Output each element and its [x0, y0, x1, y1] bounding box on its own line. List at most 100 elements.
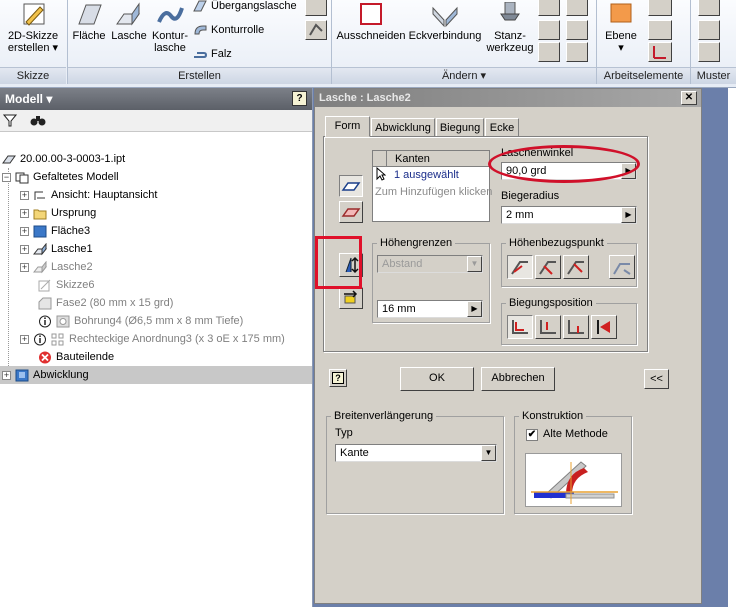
transition-flange-icon — [193, 0, 207, 12]
flaeche-button[interactable]: Fläche — [70, 2, 108, 62]
eckverbindung-button[interactable]: Eckverbindung — [407, 2, 483, 62]
expand-toggle[interactable]: + — [20, 208, 29, 218]
arrow-right-icon[interactable]: ▶ — [467, 301, 482, 317]
contour-flange-icon — [157, 7, 184, 23]
edge-remove-button[interactable] — [339, 201, 363, 223]
height-value-input[interactable]: 16 mm ▶ — [377, 300, 483, 318]
height-type-select[interactable]: Abstand ▼ — [377, 255, 483, 273]
edge-select-button[interactable] — [339, 175, 363, 197]
tab-ecke[interactable]: Ecke — [485, 118, 519, 136]
eckverbindung-label: Eckverbindung — [408, 30, 482, 42]
bend-position-3-button[interactable] — [563, 315, 589, 339]
konturrolle-button[interactable]: Konturrolle — [193, 22, 264, 40]
edges-list-header: Kanten — [373, 151, 489, 167]
work-point-icon[interactable] — [648, 20, 672, 40]
edges-add-hint[interactable]: Zum Hinzufügen klicken — [375, 186, 492, 198]
offset-flip-button[interactable] — [339, 287, 363, 309]
face-feature-icon — [33, 225, 47, 238]
uebergangslasche-button[interactable]: Übergangslasche — [193, 0, 297, 16]
cancel-button[interactable]: Abbrechen — [481, 367, 555, 391]
arrow-right-icon[interactable]: ▶ — [621, 207, 636, 223]
expand-toggle[interactable]: + — [20, 244, 29, 254]
tree-item-view[interactable]: + Ansicht: Hauptansicht — [20, 186, 157, 204]
dropdown-arrow-icon[interactable]: ▼ — [481, 445, 496, 461]
konturlasche-button[interactable]: Kontur- lasche — [150, 2, 190, 62]
corner-chamfer-icon[interactable] — [566, 42, 588, 62]
tree-item-skizze6[interactable]: Skizze6 — [38, 276, 95, 294]
tab-form[interactable]: Form — [325, 116, 370, 137]
edges-list[interactable]: Kanten 1 ausgewählt Zum Hinzufügen klick… — [372, 150, 492, 222]
collapse-toggle[interactable]: − — [2, 172, 11, 182]
mirror-icon[interactable] — [698, 42, 720, 62]
bend-position-4-button[interactable] — [591, 315, 617, 339]
legacy-method-checkbox[interactable]: ✔ — [526, 429, 538, 441]
bend-position-1-button[interactable] — [507, 315, 533, 339]
datum-option-1-button[interactable] — [507, 255, 533, 279]
tree-item-folded-model[interactable]: − Gefaltetes Modell — [2, 168, 119, 186]
bend-radius-input[interactable]: 2 mm ▶ — [501, 206, 637, 224]
ausschneiden-label: Ausschneiden — [336, 30, 406, 42]
face-icon — [78, 4, 102, 25]
collapse-button[interactable]: << — [644, 369, 669, 389]
ausschneiden-button[interactable]: Ausschneiden — [336, 2, 406, 62]
fillet-icon[interactable] — [566, 0, 588, 16]
datum-option-3-button[interactable] — [563, 255, 589, 279]
tree-item-origin[interactable]: + Ursprung — [20, 204, 96, 222]
tree-item-part-root[interactable]: 20.00.00-3-0003-1.ipt — [2, 150, 125, 168]
cosmetic-centerline-icon[interactable] — [538, 42, 560, 62]
dropdown-arrow-icon[interactable]: ▼ — [467, 256, 482, 272]
tree-item-bauteilende[interactable]: Bauteilende — [38, 348, 114, 366]
bend-position-2-button[interactable] — [535, 315, 561, 339]
ebene-button[interactable]: Ebene ▾ — [600, 2, 642, 62]
browser-toolbar — [0, 110, 312, 132]
tree-item-flaeche3[interactable]: + Fläche3 — [20, 222, 90, 240]
ucs-icon[interactable] — [648, 42, 672, 62]
expand-toggle[interactable]: + — [20, 334, 29, 344]
help-icon[interactable]: ? — [292, 91, 307, 106]
group-label-aendern[interactable]: Ändern ▾ — [332, 67, 596, 84]
filter-icon[interactable] — [2, 113, 18, 127]
bend-icon[interactable] — [305, 20, 327, 40]
tab-abwicklung[interactable]: Abwicklung — [371, 118, 435, 136]
dialog-title-bar[interactable]: Lasche : Lasche2 — [315, 89, 701, 107]
corner-round-icon[interactable] — [566, 20, 588, 40]
bend-radius-label: Biegeradius — [501, 190, 560, 202]
part-icon — [2, 153, 16, 166]
annotation-highlight-oval — [488, 145, 640, 183]
tree-item-abwicklung[interactable]: + Abwicklung — [0, 366, 312, 384]
tree-item-lasche2[interactable]: + Lasche2 — [20, 258, 93, 276]
work-plane-icon — [610, 3, 632, 23]
edges-selected-count[interactable]: 1 ausgewählt — [394, 169, 459, 181]
stanzwerkzeug-button[interactable]: Stanz- werkzeug — [484, 2, 536, 62]
ok-button[interactable]: OK — [400, 367, 474, 391]
flat-pattern-icon — [15, 369, 29, 382]
tree-item-fase2[interactable]: Fase2 (80 mm x 15 grd) — [38, 294, 173, 312]
corner-seam-icon[interactable] — [305, 0, 327, 16]
work-axis-icon[interactable] — [648, 0, 672, 16]
tree-item-lasche1[interactable]: + Lasche1 — [20, 240, 93, 258]
create-2d-sketch-button[interactable]: 2D-Skizze erstellen ▾ — [0, 2, 66, 62]
browser-title-bar[interactable]: Modell ▾ ? — [0, 88, 312, 110]
close-button[interactable]: ✕ — [681, 91, 697, 105]
construction-preview-image — [525, 453, 622, 507]
expand-toggle[interactable]: + — [20, 262, 29, 272]
tree-item-bohrung4[interactable]: Bohrung4 (Ø6,5 mm x 8 mm Tiefe) — [38, 312, 243, 330]
tab-biegung[interactable]: Biegung — [436, 118, 484, 136]
height-datum-label: Höhenbezugspunkt — [506, 237, 607, 249]
circular-pattern-icon[interactable] — [698, 20, 720, 40]
tree-item-rechteckige-anordnung3[interactable]: + Rechteckige Anordnung3 (x 3 oE x 175 mm… — [20, 330, 285, 348]
expand-toggle[interactable]: + — [20, 190, 29, 200]
expand-toggle[interactable]: + — [2, 370, 11, 380]
lasche-button[interactable]: Lasche — [109, 2, 149, 62]
rectangular-pattern-icon[interactable] — [698, 0, 720, 16]
legacy-method-label[interactable]: Alte Methode — [543, 428, 608, 440]
unfold-icon[interactable] — [538, 0, 560, 16]
help-button[interactable]: ? — [329, 369, 347, 387]
type-select[interactable]: Kante ▼ — [335, 444, 497, 462]
falz-button[interactable]: Falz — [193, 46, 232, 64]
expand-toggle[interactable]: + — [20, 226, 29, 236]
find-binoculars-icon[interactable] — [30, 113, 46, 127]
datum-option-4-button[interactable] — [609, 255, 635, 279]
datum-option-2-button[interactable] — [535, 255, 561, 279]
refold-icon[interactable] — [538, 20, 560, 40]
